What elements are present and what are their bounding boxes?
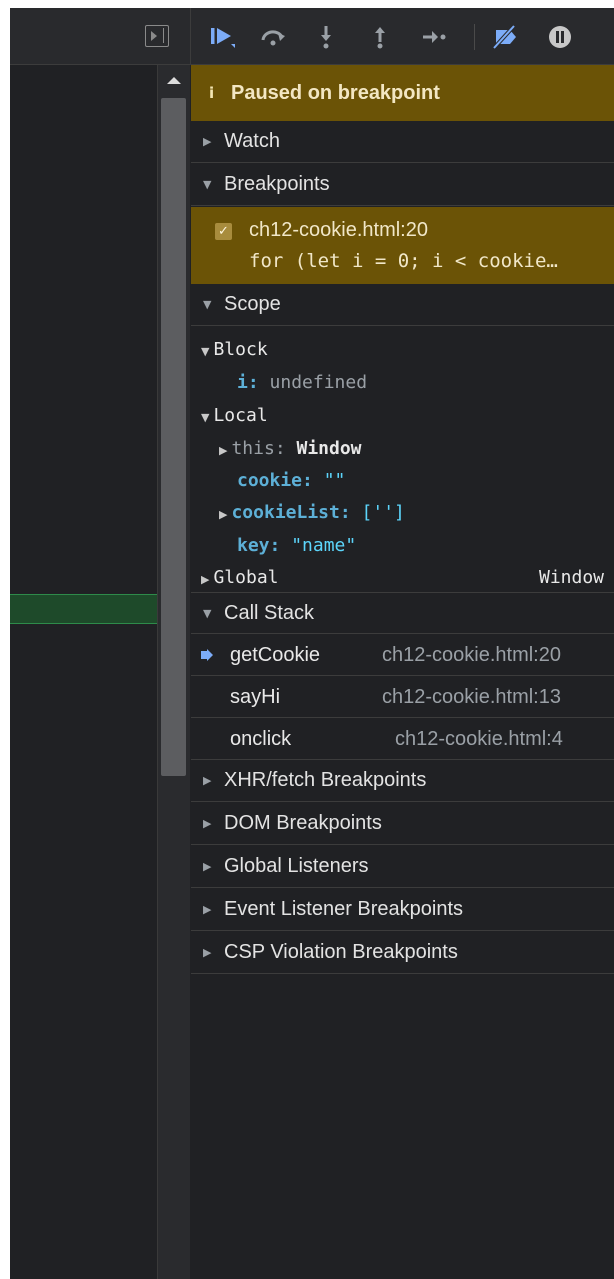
current-frame-arrow-icon <box>201 649 213 661</box>
section-csp-violation-breakpoints[interactable]: ▶ CSP Violation Breakpoints <box>191 932 614 974</box>
scope-local-label: Local <box>213 405 268 426</box>
var-value: "name" <box>291 535 357 556</box>
section-title: Event Listener Breakpoints <box>224 898 464 920</box>
call-frame-row[interactable]: onclick ch12-cookie.html:4 <box>191 718 614 760</box>
expanded-arrow-icon: ▼ <box>201 411 210 424</box>
toolbar-separator <box>474 24 475 50</box>
section-title: Scope <box>224 293 281 315</box>
scope-block-label: Block <box>213 339 268 360</box>
debugger-sidebar: i Paused on breakpoint ▶ Watch ▼ Breakpo… <box>191 8 614 1279</box>
var-name: key: <box>237 535 281 556</box>
editor-header <box>10 8 191 65</box>
section-breakpoints[interactable]: ▼ Breakpoints <box>191 164 614 206</box>
step-out-icon <box>375 27 385 49</box>
paused-message: Paused on breakpoint <box>231 81 440 104</box>
collapsed-arrow-icon: ▶ <box>203 135 212 148</box>
call-frame-location[interactable]: ch12-cookie.html:20 <box>382 644 561 667</box>
deactivate-breakpoints-button[interactable] <box>488 22 522 52</box>
scope-global-value: Window <box>539 567 604 588</box>
collapsed-arrow-icon: ▶ <box>201 573 210 586</box>
var-value: "" <box>323 470 346 491</box>
section-xhr-breakpoints[interactable]: ▶ XHR/fetch Breakpoints <box>191 760 614 802</box>
scope-global-label: Global <box>213 567 279 588</box>
step-out-button[interactable] <box>363 22 397 52</box>
resume-button[interactable] <box>205 22 239 52</box>
section-watch[interactable]: ▶ Watch <box>191 121 614 163</box>
call-frame-row[interactable]: getCookie ch12-cookie.html:20 <box>191 634 614 676</box>
debugger-toolbar <box>191 8 614 65</box>
section-scope[interactable]: ▼ Scope <box>191 284 614 326</box>
breakpoint-location: ch12-cookie.html:20 <box>249 219 428 241</box>
section-title: DOM Breakpoints <box>224 812 382 834</box>
var-name: i: <box>237 372 259 393</box>
var-name: this: <box>231 438 286 459</box>
expanded-arrow-icon: ▼ <box>203 606 212 620</box>
section-title: Global Listeners <box>224 855 369 877</box>
var-value: undefined <box>269 372 368 393</box>
var-name: cookieList: <box>231 502 351 523</box>
call-frame-location[interactable]: ch12-cookie.html:13 <box>382 686 561 709</box>
sources-editor-pane <box>10 8 191 1279</box>
scope-var-cookielist[interactable]: ▶ cookieList: [''] <box>219 502 405 523</box>
var-value: Window <box>539 567 605 588</box>
resume-icon <box>211 28 235 48</box>
breakpoint-checkbox[interactable]: ✓ <box>215 223 232 240</box>
paused-banner: i Paused on breakpoint <box>191 65 614 121</box>
scope-var-cookie: cookie: "" <box>237 470 345 491</box>
step-over-icon <box>261 30 285 46</box>
scope-var-i: i: undefined <box>237 372 367 393</box>
breakpoint-code: for (let i = 0; i < cookie… <box>249 250 558 272</box>
collapsed-arrow-icon: ▶ <box>203 774 212 787</box>
section-call-stack[interactable]: ▼ Call Stack <box>191 592 614 634</box>
step-into-icon <box>321 26 331 49</box>
expanded-arrow-icon: ▼ <box>203 298 212 311</box>
step-over-button[interactable] <box>256 22 290 52</box>
scope-var-key: key: "name" <box>237 535 356 556</box>
var-value: Window <box>296 438 362 459</box>
call-frame-function: getCookie <box>230 644 321 666</box>
step-icon <box>423 31 446 43</box>
section-title: CSP Violation Breakpoints <box>224 941 458 963</box>
scope-block[interactable]: ▼ Block <box>201 339 268 360</box>
scope-global[interactable]: ▶ Global <box>201 567 279 588</box>
call-frame-row[interactable]: sayHi ch12-cookie.html:13 <box>191 676 614 718</box>
call-frame-location[interactable]: ch12-cookie.html:4 <box>395 728 563 751</box>
deactivate-breakpoints-icon <box>492 24 516 50</box>
collapsed-arrow-icon: ▶ <box>203 903 212 916</box>
section-title: XHR/fetch Breakpoints <box>224 769 427 791</box>
scope-var-this[interactable]: ▶ this: Window <box>219 438 362 459</box>
step-button[interactable] <box>417 22 451 52</box>
scroll-up-arrow-icon[interactable] <box>167 77 181 84</box>
var-value: [''] <box>361 502 405 523</box>
call-frame-function: onclick <box>230 728 292 750</box>
section-title: Call Stack <box>224 601 315 624</box>
step-into-button[interactable] <box>309 22 343 52</box>
current-execution-line <box>10 594 157 624</box>
editor-scrollbar[interactable] <box>157 65 190 1279</box>
breakpoint-item[interactable]: ✓ ch12-cookie.html:20 for (let i = 0; i … <box>191 207 614 284</box>
section-global-listeners[interactable]: ▶ Global Listeners <box>191 846 614 888</box>
collapsed-arrow-icon: ▶ <box>219 508 228 521</box>
collapsed-arrow-icon: ▶ <box>219 444 228 457</box>
collapsed-arrow-icon: ▶ <box>203 860 212 873</box>
expanded-arrow-icon: ▼ <box>203 178 212 191</box>
section-title: Breakpoints <box>224 173 330 195</box>
expanded-arrow-icon: ▼ <box>201 345 210 358</box>
scope-local[interactable]: ▼ Local <box>201 405 268 426</box>
section-title: Watch <box>224 130 280 152</box>
scrollbar-thumb[interactable] <box>161 98 186 776</box>
call-frame-function: sayHi <box>230 686 281 708</box>
var-name: cookie: <box>237 470 313 491</box>
toggle-debugger-sidebar-icon[interactable] <box>145 25 169 47</box>
section-event-listener-breakpoints[interactable]: ▶ Event Listener Breakpoints <box>191 889 614 931</box>
pause-on-exceptions-button[interactable] <box>543 22 577 52</box>
collapsed-arrow-icon: ▶ <box>203 946 212 959</box>
section-dom-breakpoints[interactable]: ▶ DOM Breakpoints <box>191 803 614 845</box>
info-icon: i <box>209 84 215 102</box>
collapsed-arrow-icon: ▶ <box>203 817 212 830</box>
pause-on-exceptions-icon <box>549 26 571 48</box>
